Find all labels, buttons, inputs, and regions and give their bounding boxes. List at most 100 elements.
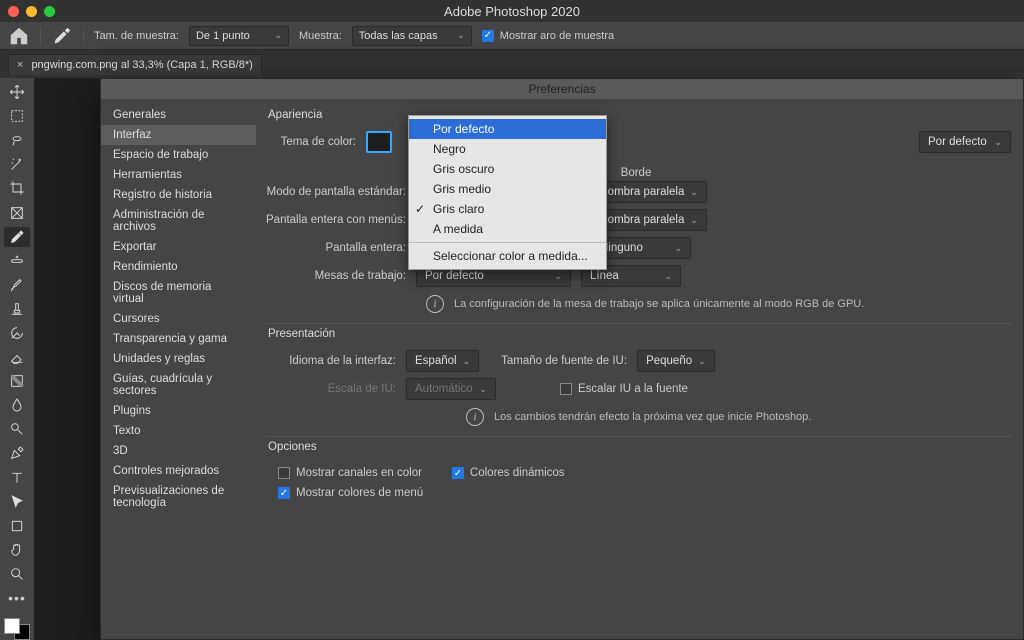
dropdown-item[interactable]: Gris oscuro	[409, 159, 606, 179]
prefs-category[interactable]: Texto	[101, 421, 256, 441]
color-theme-label: Tema de color:	[266, 136, 356, 148]
chevron-down-icon: ⌄	[457, 30, 465, 41]
prefs-category[interactable]: Plugins	[101, 401, 256, 421]
close-window-button[interactable]	[8, 6, 19, 17]
chevron-down-icon: ⌄	[994, 137, 1002, 148]
preferences-categories: GeneralesInterfazEspacio de trabajoHerra…	[101, 99, 256, 639]
lasso-tool[interactable]	[4, 130, 30, 150]
sample-label: Muestra:	[299, 30, 342, 42]
dropdown-custom-color[interactable]: Seleccionar color a medida...	[409, 246, 606, 266]
show-channels-color-checkbox[interactable]: Mostrar canales en color	[278, 467, 422, 479]
preferences-title: Preferencias	[101, 79, 1023, 99]
document-tab-title: pngwing.com.png al 33,3% (Capa 1, RGB/8*…	[31, 59, 252, 71]
dropdown-item[interactable]: A medida	[409, 219, 606, 239]
screen-mode-border-select[interactable]: Sombra paralela⌄	[591, 209, 707, 231]
restart-note: Los cambios tendrán efecto la próxima ve…	[494, 411, 811, 423]
edit-toolbar-button[interactable]: •••	[4, 588, 30, 608]
dropdown-item[interactable]: Negro	[409, 139, 606, 159]
crop-tool[interactable]	[4, 178, 30, 198]
preferences-dialog: Preferencias GeneralesInterfazEspacio de…	[100, 78, 1024, 640]
color-theme-swatches	[366, 131, 392, 153]
dropdown-item[interactable]: Gris claro✓	[409, 199, 606, 219]
stamp-tool[interactable]	[4, 299, 30, 319]
magic-wand-tool[interactable]	[4, 154, 30, 174]
traffic-lights	[8, 6, 55, 17]
preferences-content: Apariencia Tema de color: Por defecto⌄	[256, 99, 1023, 639]
restart-note-row: i Los cambios tendrán efecto la próxima …	[466, 408, 1011, 426]
dropdown-item[interactable]: Por defecto	[409, 119, 606, 139]
tool-strip: •••	[0, 78, 34, 640]
dodge-tool[interactable]	[4, 419, 30, 439]
color-dropdown-menu[interactable]: Por defectoNegroGris oscuroGris medioGri…	[408, 115, 607, 270]
prefs-category[interactable]: Registro de historia	[101, 185, 256, 205]
healing-brush-tool[interactable]	[4, 251, 30, 271]
show-menu-colors-checkbox[interactable]: ✓Mostrar colores de menú	[278, 487, 423, 499]
type-tool[interactable]	[4, 468, 30, 488]
brush-tool[interactable]	[4, 275, 30, 295]
document-tab[interactable]: × pngwing.com.png al 33,3% (Capa 1, RGB/…	[8, 54, 262, 75]
zoom-tool[interactable]	[4, 564, 30, 584]
prefs-category[interactable]: 3D	[101, 441, 256, 461]
prefs-category[interactable]: Administración de archivos	[101, 205, 256, 237]
prefs-category[interactable]: Previsualizaciones de tecnología	[101, 481, 256, 513]
ui-language-label: Idioma de la interfaz:	[266, 355, 396, 367]
prefs-category[interactable]: Discos de memoria virtual	[101, 277, 256, 309]
prefs-category[interactable]: Transparencia y gama	[101, 329, 256, 349]
prefs-category[interactable]: Exportar	[101, 237, 256, 257]
dynamic-sliders-checkbox[interactable]: ✓Colores dinámicos	[452, 467, 565, 479]
pen-tool[interactable]	[4, 443, 30, 463]
frame-tool[interactable]	[4, 202, 30, 222]
path-select-tool[interactable]	[4, 492, 30, 512]
highlight-color-select[interactable]: Por defecto⌄	[919, 131, 1011, 153]
scale-to-font-checkbox[interactable]: Escalar IU a la fuente	[560, 383, 688, 395]
artboard-note: La configuración de la mesa de trabajo s…	[454, 298, 864, 310]
screen-mode-label: Mesas de trabajo:	[266, 270, 406, 282]
minimize-window-button[interactable]	[26, 6, 37, 17]
screen-mode-label: Modo de pantalla estándar:	[266, 186, 406, 198]
prefs-category[interactable]: Cursores	[101, 309, 256, 329]
ui-font-size-select[interactable]: Pequeño⌄	[637, 350, 715, 372]
info-icon: i	[426, 295, 444, 313]
ui-scale-label: Escala de IU:	[266, 383, 396, 395]
screen-mode-border-select[interactable]: Sombra paralela⌄	[591, 181, 707, 203]
screen-mode-row: Pantalla entera con menús: Sombra paralel…	[266, 209, 1011, 231]
shape-tool[interactable]	[4, 516, 30, 536]
info-icon: i	[466, 408, 484, 426]
prefs-category[interactable]: Guías, cuadrícula y sectores	[101, 369, 256, 401]
eraser-tool[interactable]	[4, 347, 30, 367]
eyedropper-tool[interactable]	[4, 227, 30, 247]
document-tab-bar: × pngwing.com.png al 33,3% (Capa 1, RGB/…	[0, 50, 1024, 78]
prefs-category[interactable]: Controles mejorados	[101, 461, 256, 481]
prefs-category[interactable]: Herramientas	[101, 165, 256, 185]
marquee-tool[interactable]	[4, 106, 30, 126]
close-tab-icon[interactable]: ×	[17, 59, 23, 71]
eyedropper-icon[interactable]	[51, 25, 73, 47]
ui-language-select[interactable]: Español⌄	[406, 350, 479, 372]
prefs-category[interactable]: Generales	[101, 105, 256, 125]
show-sample-ring-checkbox[interactable]: ✓ Mostrar aro de muestra	[482, 30, 614, 42]
fg-bg-swatches[interactable]	[4, 618, 30, 640]
app-title: Adobe Photoshop 2020	[0, 4, 1024, 19]
prefs-category[interactable]: Rendimiento	[101, 257, 256, 277]
gradient-tool[interactable]	[4, 371, 30, 391]
dropdown-item[interactable]: Gris medio	[409, 179, 606, 199]
hand-tool[interactable]	[4, 540, 30, 560]
theme-swatch-darkest[interactable]	[366, 131, 392, 153]
check-icon: ✓	[415, 202, 425, 216]
zoom-window-button[interactable]	[44, 6, 55, 17]
fg-color-swatch[interactable]	[4, 618, 20, 634]
blur-tool[interactable]	[4, 395, 30, 415]
ui-scale-select: Automático⌄	[406, 378, 496, 400]
history-brush-tool[interactable]	[4, 323, 30, 343]
chevron-down-icon: ⌄	[274, 30, 282, 41]
appearance-section: Apariencia Tema de color: Por defecto⌄	[266, 105, 1011, 313]
prefs-category[interactable]: Interfaz	[101, 125, 256, 145]
prefs-category[interactable]: Espacio de trabajo	[101, 145, 256, 165]
move-tool[interactable]	[4, 82, 30, 102]
home-button[interactable]	[8, 25, 30, 47]
screen-mode-label: Pantalla entera con menús:	[266, 214, 406, 226]
sample-size-select[interactable]: De 1 punto⌄	[189, 26, 289, 46]
titlebar: Adobe Photoshop 2020	[0, 0, 1024, 22]
prefs-category[interactable]: Unidades y reglas	[101, 349, 256, 369]
sample-select[interactable]: Todas las capas⌄	[352, 26, 472, 46]
